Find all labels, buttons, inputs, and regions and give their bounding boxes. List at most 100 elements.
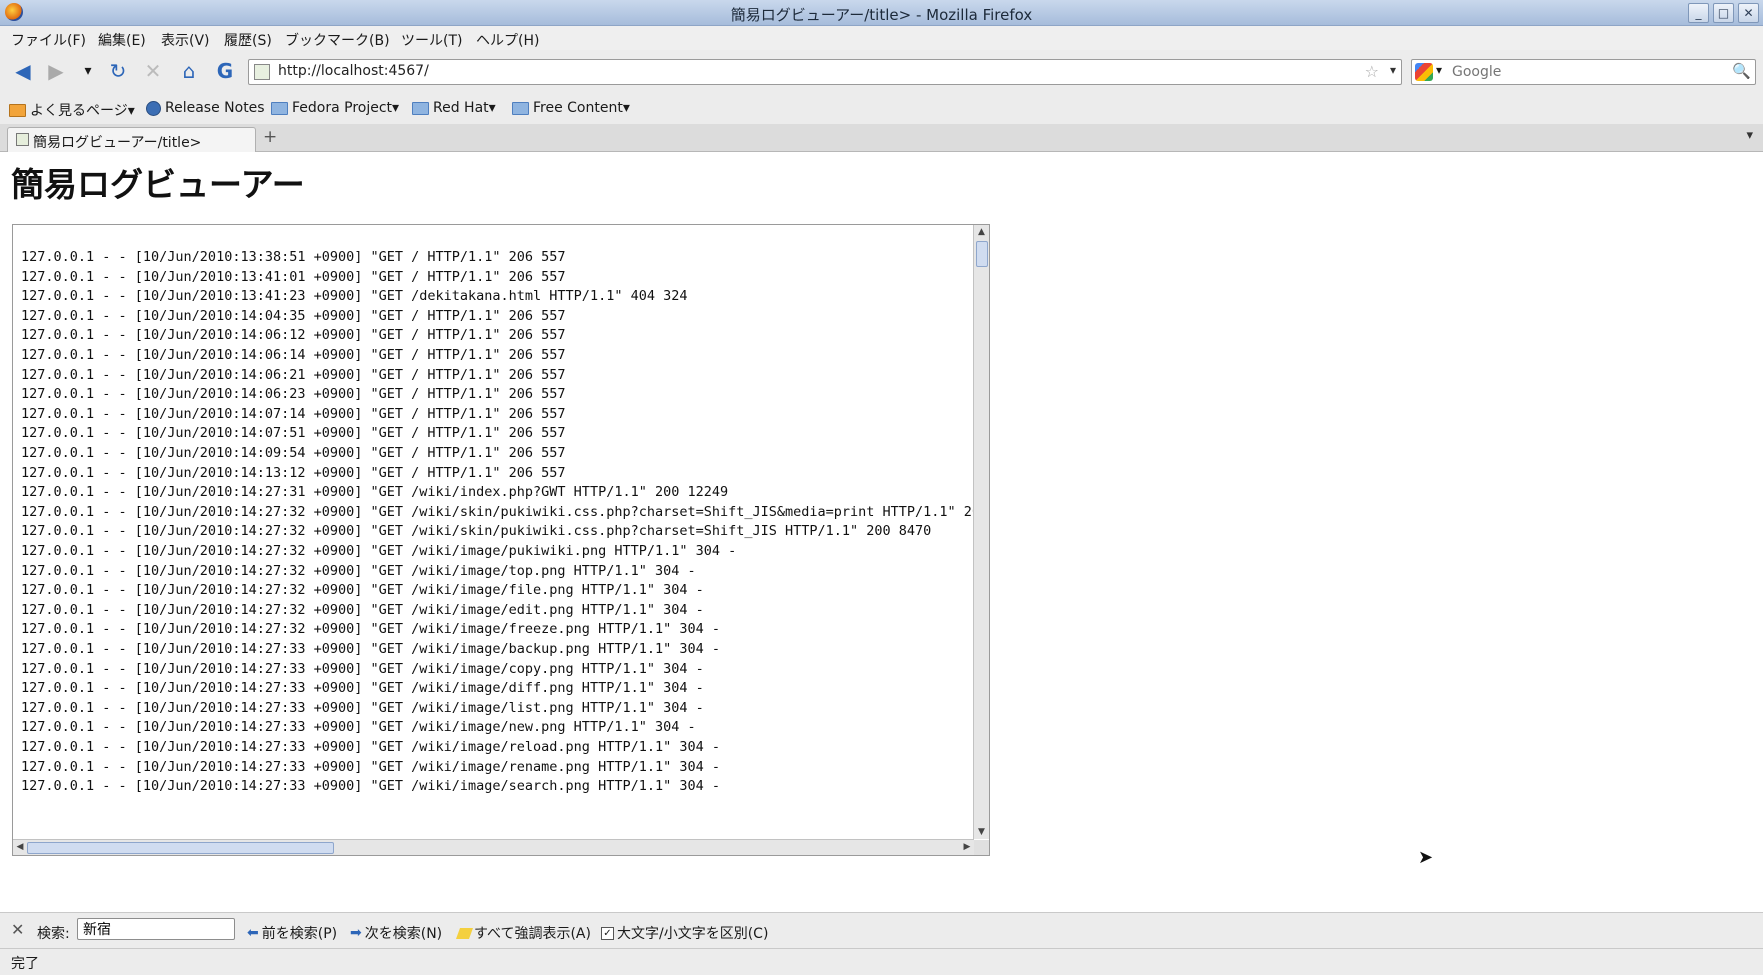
vertical-scroll-thumb[interactable]: [976, 241, 988, 267]
log-line: 127.0.0.1 - - [10/Jun/2010:14:27:33 +090…: [21, 699, 704, 716]
most-visited-icon: [9, 103, 26, 117]
reload-button[interactable]: ↻: [106, 59, 130, 83]
stop-button[interactable]: ✕: [141, 59, 165, 83]
search-engine-icon[interactable]: [1415, 63, 1433, 81]
menu-bookmarks[interactable]: ブックマーク(B): [285, 30, 390, 50]
home-button[interactable]: ⌂: [177, 59, 201, 83]
log-line: 127.0.0.1 - - [10/Jun/2010:14:06:12 +090…: [21, 327, 566, 344]
log-line: 127.0.0.1 - - [10/Jun/2010:14:27:33 +090…: [21, 680, 704, 697]
bookmark-red-hat[interactable]: Red Hat▾: [412, 100, 496, 116]
log-line: 127.0.0.1 - - [10/Jun/2010:14:09:54 +090…: [21, 445, 566, 461]
scroll-corner: [974, 840, 989, 855]
scroll-left-icon[interactable]: ◀: [13, 840, 27, 855]
maximize-button[interactable]: □: [1713, 3, 1734, 23]
window-title: 簡易ログビューアー/title> - Mozilla Firefox: [730, 6, 1033, 24]
find-input[interactable]: [77, 918, 235, 940]
menu-file[interactable]: ファイル(F): [11, 30, 86, 50]
find-label: 検索:: [37, 926, 70, 942]
status-text: 完了: [11, 956, 39, 972]
log-line: 127.0.0.1 - - [10/Jun/2010:14:06:21 +090…: [21, 366, 566, 383]
tab-strip: 簡易ログビューアー/title> + ▾: [0, 124, 1763, 152]
menu-bar: ファイル(F) 編集(E) 表示(V) 履歴(S) ブックマーク(B) ツール(…: [0, 26, 1763, 50]
vertical-scrollbar[interactable]: ▲ ▼: [973, 225, 989, 839]
log-line: 127.0.0.1 - - [10/Jun/2010:14:27:33 +090…: [21, 778, 720, 795]
bookmark-fedora-project[interactable]: Fedora Project▾: [271, 100, 399, 116]
find-next-button[interactable]: ➡ 次を検索(N): [350, 923, 442, 943]
log-line: 127.0.0.1 - - [10/Jun/2010:13:41:01 +090…: [21, 268, 566, 285]
log-line: 127.0.0.1 - - [10/Jun/2010:14:07:51 +090…: [21, 425, 566, 442]
forward-button[interactable]: ▶: [44, 59, 68, 83]
match-case-checkbox[interactable]: ✓ 大文字/小文字を区別(C): [601, 923, 768, 943]
new-tab-button[interactable]: +: [263, 127, 277, 147]
menu-edit[interactable]: 編集(E): [98, 30, 146, 50]
log-line: 127.0.0.1 - - [10/Jun/2010:14:27:32 +090…: [21, 601, 704, 618]
google-toolbar-icon[interactable]: G: [213, 59, 237, 83]
log-textarea[interactable]: 127.0.0.1 - - [10/Jun/2010:13:38:51 +090…: [12, 224, 990, 856]
tab-log-viewer[interactable]: 簡易ログビューアー/title>: [7, 127, 256, 152]
find-previous-button[interactable]: ⬅ 前を検索(P): [247, 923, 337, 943]
log-line: 127.0.0.1 - - [10/Jun/2010:14:27:32 +090…: [21, 621, 720, 638]
log-line: 127.0.0.1 - - [10/Jun/2010:14:13:12 +090…: [21, 464, 566, 481]
url-input[interactable]: http://localhost:4567/: [278, 63, 429, 79]
url-bar[interactable]: http://localhost:4567/ ☆ ▾: [248, 59, 1402, 85]
horizontal-scroll-thumb[interactable]: [27, 842, 334, 854]
bookmark-release-notes[interactable]: Release Notes: [146, 100, 265, 116]
log-line: 127.0.0.1 - - [10/Jun/2010:14:27:33 +090…: [21, 641, 720, 657]
mouse-cursor-icon: ➤: [1418, 847, 1434, 868]
bookmarks-toolbar: よく見るページ▾ Release Notes Fedora Project▾ R…: [0, 92, 1763, 125]
scroll-right-icon[interactable]: ▶: [960, 840, 974, 855]
log-lines[interactable]: 127.0.0.1 - - [10/Jun/2010:13:38:51 +090…: [13, 225, 974, 839]
log-line: 127.0.0.1 - - [10/Jun/2010:14:27:32 +090…: [21, 523, 932, 540]
search-go-icon[interactable]: 🔍: [1732, 62, 1751, 80]
highlight-all-button[interactable]: すべて強調表示(A): [455, 923, 591, 943]
search-bar[interactable]: ▾ 🔍: [1411, 59, 1756, 85]
tab-list-dropdown-icon[interactable]: ▾: [1746, 128, 1753, 143]
checkbox-checked-icon: ✓: [601, 926, 614, 940]
status-bar: 完了: [0, 948, 1763, 975]
menu-history[interactable]: 履歴(S): [224, 30, 272, 50]
page-heading: 簡易ログビューアー: [11, 165, 305, 204]
history-dropdown-icon[interactable]: ▾: [76, 59, 100, 83]
log-line: 127.0.0.1 - - [10/Jun/2010:14:27:32 +090…: [21, 582, 704, 599]
window-titlebar: 簡易ログビューアー/title> - Mozilla Firefox _ □ ✕: [0, 0, 1763, 26]
search-engine-dropdown-icon[interactable]: ▾: [1436, 63, 1442, 77]
bookmark-most-visited[interactable]: よく見るページ▾: [9, 100, 135, 120]
search-input[interactable]: [1450, 62, 1724, 82]
log-line: 127.0.0.1 - - [10/Jun/2010:13:38:51 +090…: [21, 249, 566, 265]
log-line: 127.0.0.1 - - [10/Jun/2010:14:27:32 +090…: [21, 562, 696, 579]
log-line: 127.0.0.1 - - [10/Jun/2010:14:27:33 +090…: [21, 758, 720, 775]
bookmark-star-icon[interactable]: ☆: [1365, 62, 1379, 81]
fedora-icon: [146, 100, 161, 116]
menu-help[interactable]: ヘルプ(H): [476, 30, 539, 50]
minimize-button[interactable]: _: [1688, 3, 1709, 23]
folder-icon: [512, 101, 529, 115]
tab-label: 簡易ログビューアー/title>: [33, 135, 202, 151]
navigation-toolbar: ◀ ▶ ▾ ↻ ✕ ⌂ G http://localhost:4567/ ☆ ▾…: [0, 50, 1763, 92]
log-line: 127.0.0.1 - - [10/Jun/2010:14:27:32 +090…: [21, 543, 737, 559]
back-button[interactable]: ◀: [11, 59, 35, 83]
scroll-up-icon[interactable]: ▲: [974, 225, 989, 239]
log-line: 127.0.0.1 - - [10/Jun/2010:14:27:33 +090…: [21, 719, 696, 736]
close-window-button[interactable]: ✕: [1738, 3, 1759, 23]
site-identity-icon[interactable]: [254, 64, 270, 80]
arrow-left-icon: ⬅: [247, 925, 259, 941]
bookmark-free-content[interactable]: Free Content▾: [512, 100, 630, 116]
log-line: 127.0.0.1 - - [10/Jun/2010:14:27:32 +090…: [21, 503, 974, 520]
menu-tools[interactable]: ツール(T): [401, 30, 462, 50]
find-bar: ✕ 検索: ⬅ 前を検索(P) ➡ 次を検索(N) すべて強調表示(A) ✓ 大…: [0, 912, 1763, 949]
log-line: 127.0.0.1 - - [10/Jun/2010:14:27:31 +090…: [21, 484, 729, 501]
log-line: 127.0.0.1 - - [10/Jun/2010:14:07:14 +090…: [21, 405, 566, 422]
scroll-down-icon[interactable]: ▼: [974, 825, 989, 839]
log-line: 127.0.0.1 - - [10/Jun/2010:14:06:14 +090…: [21, 347, 566, 363]
page-content: 簡易ログビューアー 127.0.0.1 - - [10/Jun/2010:13:…: [0, 152, 1763, 912]
log-line: 127.0.0.1 - - [10/Jun/2010:14:06:23 +090…: [21, 386, 566, 403]
menu-view[interactable]: 表示(V): [161, 30, 210, 50]
folder-icon: [271, 101, 288, 115]
horizontal-scrollbar[interactable]: ◀ ▶: [13, 839, 974, 855]
url-dropdown-icon[interactable]: ▾: [1390, 63, 1396, 77]
find-close-icon[interactable]: ✕: [11, 920, 24, 939]
log-line: 127.0.0.1 - - [10/Jun/2010:13:41:23 +090…: [21, 288, 688, 305]
log-line: 127.0.0.1 - - [10/Jun/2010:14:04:35 +090…: [21, 307, 566, 324]
log-line: 127.0.0.1 - - [10/Jun/2010:14:27:33 +090…: [21, 660, 704, 677]
folder-icon: [412, 101, 429, 115]
